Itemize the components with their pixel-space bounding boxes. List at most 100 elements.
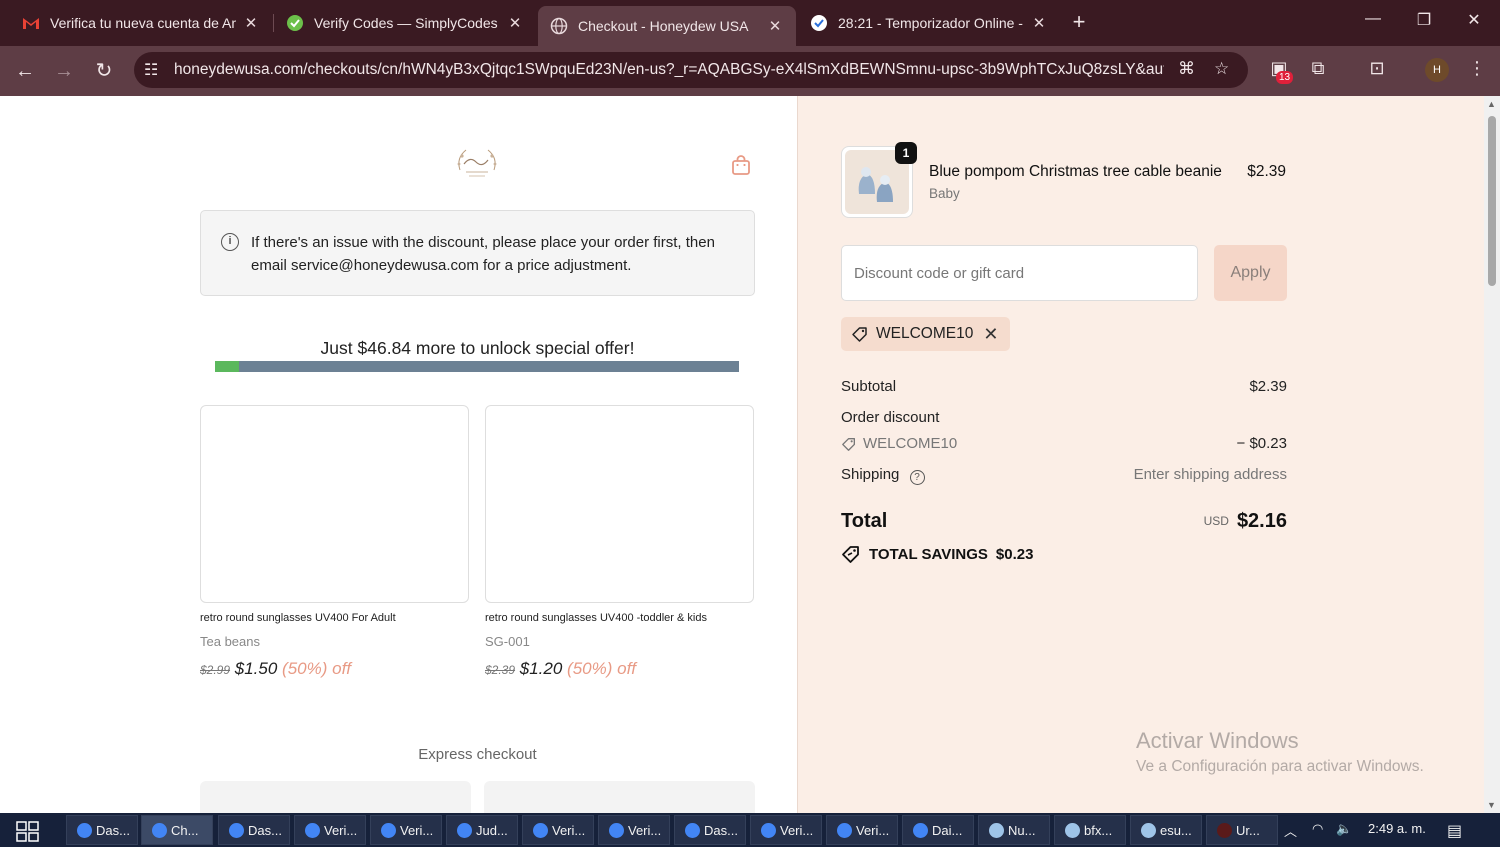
- taskbar-item[interactable]: Veri...: [370, 815, 442, 845]
- taskbar-item[interactable]: bfx...: [1054, 815, 1126, 845]
- bookmark-star-icon[interactable]: ☆: [1214, 59, 1229, 79]
- extensions-icon[interactable]: ⧉: [1305, 58, 1331, 79]
- taskbar-item-label: Veri...: [628, 822, 662, 838]
- chrome-icon: [381, 822, 396, 838]
- taskbar-item[interactable]: Jud...: [446, 815, 518, 845]
- shopping-bag-icon[interactable]: [730, 154, 752, 176]
- taskbar-item-label: Ur...: [1236, 822, 1260, 838]
- restore-icon[interactable]: ❐: [1409, 10, 1439, 30]
- upsell-product-card[interactable]: retro round sunglasses UV400 For Adult T…: [200, 405, 469, 679]
- menu-icon[interactable]: ⋮: [1464, 58, 1490, 79]
- taskbar-item[interactable]: Das...: [66, 815, 138, 845]
- tag-icon: [842, 437, 855, 451]
- taskbar-item[interactable]: Dai...: [902, 815, 974, 845]
- notice-text: If there's an issue with the discount, p…: [251, 234, 715, 274]
- taskbar-item[interactable]: Veri...: [750, 815, 822, 845]
- discount-percent: (50%) off: [282, 659, 352, 678]
- product-name[interactable]: retro round sunglasses UV400 -toddler & …: [485, 612, 754, 624]
- offer-progress-fill: [215, 361, 239, 372]
- chrome-icon: [913, 822, 928, 838]
- taskbar-item[interactable]: Veri...: [522, 815, 594, 845]
- clock[interactable]: 2:49 a. m.: [1368, 821, 1426, 836]
- product-image[interactable]: [200, 405, 469, 603]
- show-hidden-icons[interactable]: ︿: [1284, 821, 1297, 840]
- chrome-icon: [837, 822, 852, 838]
- taskbar-item-label: Das...: [96, 822, 130, 838]
- new-tab-button[interactable]: +: [1068, 10, 1090, 34]
- side-panel-icon[interactable]: ⊡: [1364, 58, 1390, 79]
- express-checkout-heading: Express checkout: [418, 746, 537, 763]
- quantity-badge: 1: [895, 142, 917, 164]
- page-scrollbar[interactable]: ▲ ▼: [1484, 96, 1500, 813]
- express-checkout-button[interactable]: [484, 781, 755, 813]
- taskbar-item-label: Veri...: [324, 822, 358, 838]
- url-text[interactable]: honeydewusa.com/checkouts/cn/hWN4yB3xQjt…: [174, 61, 1164, 79]
- cart-item-variant: Baby: [929, 186, 960, 201]
- extension-count-badge: 13: [1276, 71, 1294, 84]
- close-icon[interactable]: ✕: [506, 14, 524, 32]
- tab-checkout[interactable]: Checkout - Honeydew USA ✕: [538, 6, 796, 46]
- taskbar-item-label: Veri...: [400, 822, 434, 838]
- taskbar-item[interactable]: esu...: [1130, 815, 1202, 845]
- minimize-icon[interactable]: —: [1358, 10, 1388, 28]
- taskbar-item[interactable]: Veri...: [294, 815, 366, 845]
- taskbar-item-label: Ch...: [171, 822, 199, 838]
- taskbar-item[interactable]: Nu...: [978, 815, 1050, 845]
- volume-icon[interactable]: 🔈: [1336, 821, 1352, 837]
- taskbar-item-label: Jud...: [476, 822, 508, 838]
- windows-start-icon[interactable]: [16, 821, 40, 843]
- window-close-icon[interactable]: ✕: [1459, 10, 1489, 30]
- product-price: $2.39 $1.20 (50%) off: [485, 659, 754, 679]
- tab-timer[interactable]: 28:21 - Temporizador Online - F ✕: [798, 6, 1060, 40]
- remove-discount-icon[interactable]: ✕: [983, 324, 998, 345]
- taskbar-item[interactable]: Veri...: [598, 815, 670, 845]
- notepad-icon: [1065, 822, 1080, 838]
- express-checkout-button[interactable]: [200, 781, 471, 813]
- discount-code-field[interactable]: [841, 245, 1198, 301]
- taskbar-item[interactable]: Veri...: [826, 815, 898, 845]
- close-icon[interactable]: ✕: [766, 17, 784, 35]
- help-icon[interactable]: ?: [909, 470, 925, 485]
- taskbar-item-label: Das...: [704, 822, 738, 838]
- chrome-icon: [457, 822, 472, 838]
- taskbar-item[interactable]: Ur...: [1206, 815, 1278, 845]
- translate-icon[interactable]: ⌘: [1178, 59, 1195, 79]
- apply-button[interactable]: Apply: [1214, 245, 1287, 301]
- scroll-down-icon[interactable]: ▼: [1487, 800, 1496, 810]
- close-icon[interactable]: ✕: [1030, 14, 1048, 32]
- reload-icon[interactable]: ↻: [90, 57, 118, 85]
- discount-percent: (50%) off: [567, 659, 637, 678]
- checkout-main: i If there's an issue with the discount,…: [0, 96, 797, 813]
- upsell-product-card[interactable]: retro round sunglasses UV400 -toddler & …: [485, 405, 754, 679]
- product-image[interactable]: [485, 405, 754, 603]
- total-amount: USD $2.16: [1204, 510, 1287, 533]
- wifi-icon[interactable]: ◠: [1312, 821, 1323, 837]
- browser-toolbar: ← → ↻ ☷ honeydewusa.com/checkouts/cn/hWN…: [0, 46, 1500, 96]
- chrome-icon: [229, 822, 244, 838]
- scrollbar-thumb[interactable]: [1488, 116, 1496, 286]
- tab-simplycodes[interactable]: Verify Codes — SimplyCodes ✕: [274, 6, 536, 40]
- offer-message: Just $46.84 more to unlock special offer…: [320, 338, 635, 358]
- taskbar-item[interactable]: Das...: [674, 815, 746, 845]
- honeydew-logo[interactable]: [452, 142, 502, 184]
- taskbar-item[interactable]: Das...: [218, 815, 290, 845]
- forward-icon[interactable]: →: [50, 57, 78, 85]
- globe-icon: [550, 17, 568, 35]
- notification-icon[interactable]: ▤: [1447, 821, 1462, 841]
- discount-code-input[interactable]: [842, 246, 1197, 300]
- savings-label: TOTAL SAVINGS: [869, 545, 988, 563]
- profile-avatar[interactable]: H: [1425, 58, 1449, 82]
- app-icon: [1217, 822, 1232, 838]
- chrome-icon: [77, 822, 92, 838]
- product-name[interactable]: retro round sunglasses UV400 For Adult: [200, 612, 469, 624]
- site-info-icon[interactable]: ☷: [144, 60, 158, 80]
- discount-code-row: WELCOME10 − $0.23: [841, 435, 1287, 456]
- close-icon[interactable]: ✕: [242, 14, 260, 32]
- back-icon[interactable]: ←: [11, 57, 39, 85]
- address-bar[interactable]: ☷ honeydewusa.com/checkouts/cn/hWN4yB3xQ…: [134, 52, 1248, 88]
- scroll-up-icon[interactable]: ▲: [1487, 99, 1496, 109]
- tab-gmail[interactable]: Verifica tu nueva cuenta de Am ✕: [10, 6, 272, 40]
- currency-code: USD: [1203, 514, 1229, 528]
- tab-title: Checkout - Honeydew USA: [578, 18, 749, 34]
- taskbar-item[interactable]: Ch...: [141, 815, 213, 845]
